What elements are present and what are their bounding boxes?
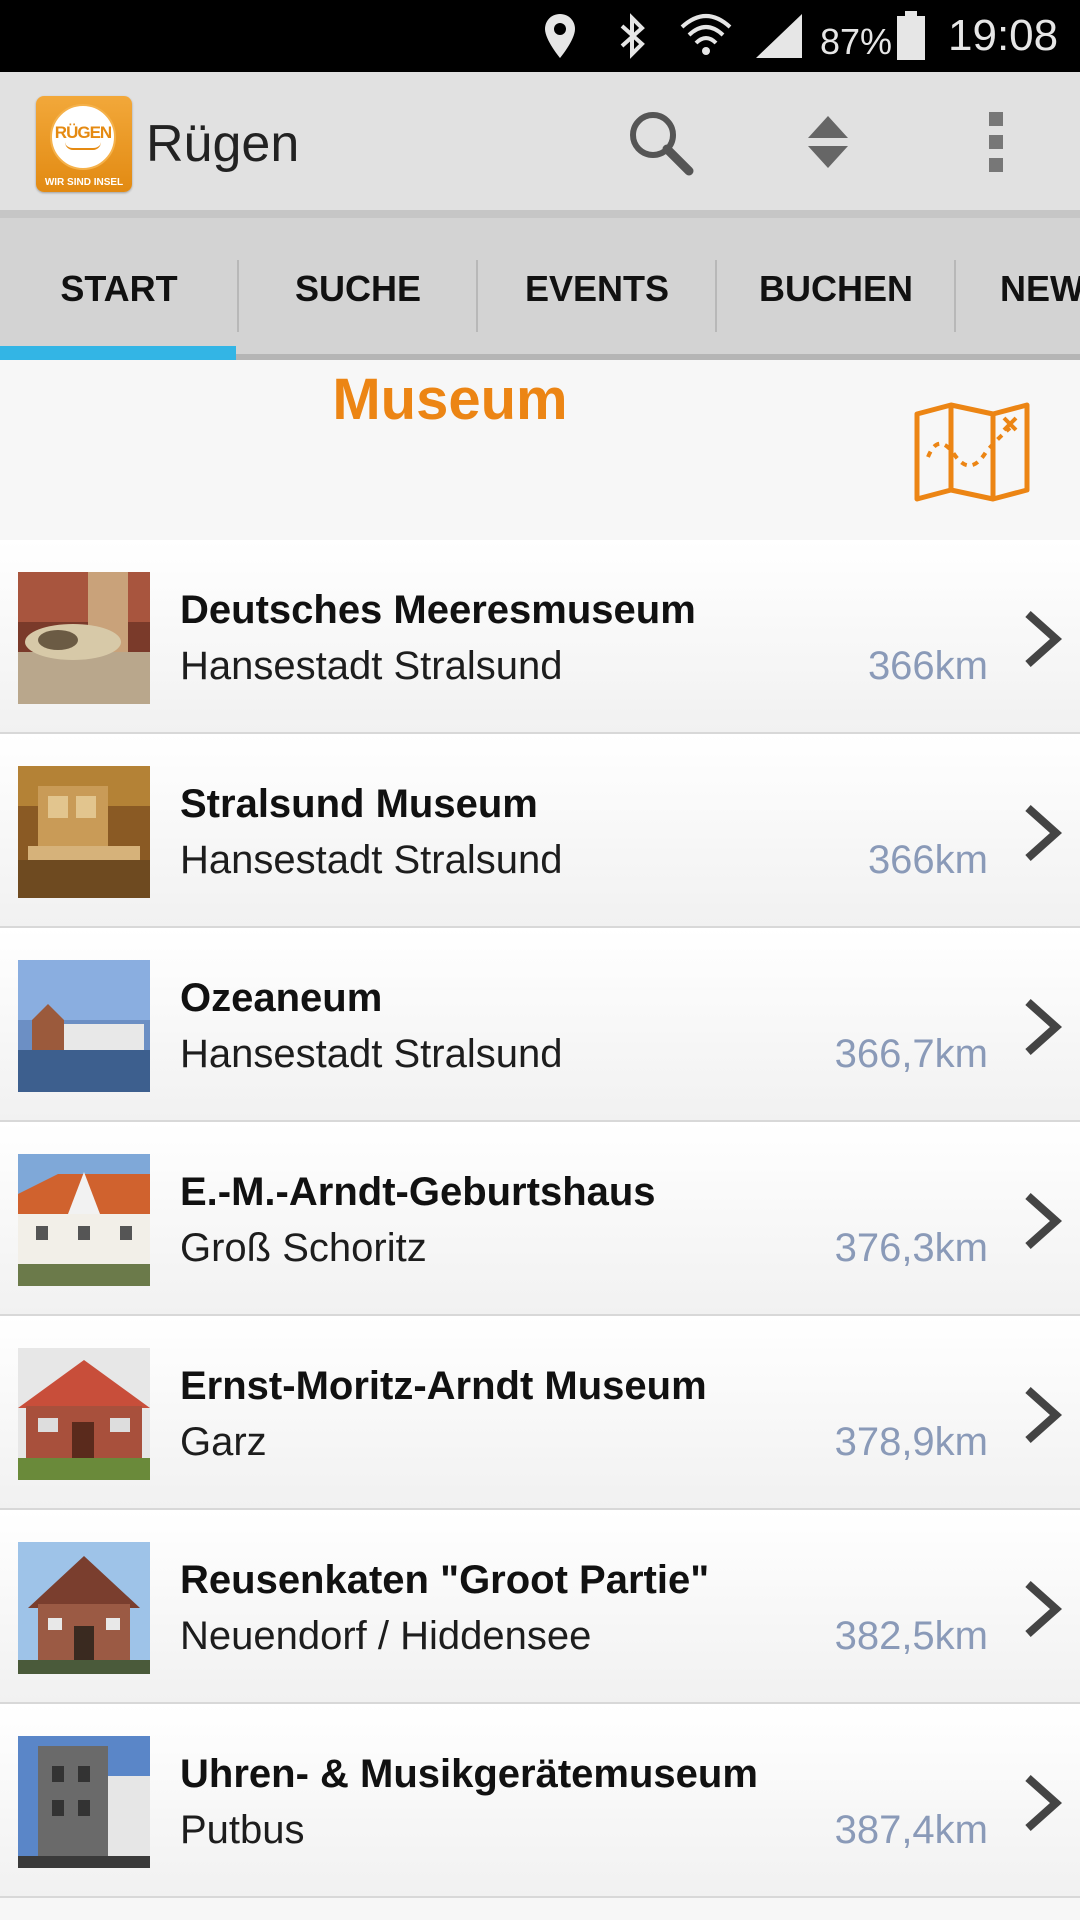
bluetooth-icon xyxy=(610,12,654,60)
item-location: Garz xyxy=(180,1420,267,1464)
item-thumbnail xyxy=(18,1542,150,1674)
search-icon xyxy=(630,112,694,176)
logo-subtitle: WIR SIND INSEL xyxy=(44,177,124,188)
tab-bar: START SUCHE EVENTS BUCHEN NEW xyxy=(0,210,1080,360)
item-title: Ozeaneum xyxy=(180,976,383,1020)
chevron-right-icon xyxy=(1025,1581,1063,1637)
chevron-right-icon xyxy=(1025,999,1063,1055)
item-title: Reusenkaten "Groot Partie" xyxy=(180,1558,710,1602)
overflow-menu-icon xyxy=(989,112,1003,172)
item-distance: 378,9km xyxy=(834,1420,988,1464)
clock: 19:08 xyxy=(948,11,1059,60)
item-title: Deutsches Meeresmuseum xyxy=(180,588,696,632)
status-bar: 87% 19:08 xyxy=(0,0,1080,72)
overflow-menu-button[interactable] xyxy=(956,102,1036,182)
item-distance: 376,3km xyxy=(834,1226,988,1270)
item-location: Hansestadt Stralsund xyxy=(180,1032,563,1076)
museum-list: Deutsches Meeresmuseum Hansestadt Strals… xyxy=(0,540,1080,1898)
item-title: Uhren- & Musikgerätemuseum xyxy=(180,1752,758,1796)
sort-icon xyxy=(808,116,848,168)
battery-percent: 87% xyxy=(820,21,893,62)
item-thumbnail xyxy=(18,1348,150,1480)
tab-divider xyxy=(954,260,956,332)
list-item[interactable]: Uhren- & Musikgerätemuseum Putbus 387,4k… xyxy=(0,1704,1080,1898)
item-distance: 387,4km xyxy=(834,1808,988,1852)
chevron-right-icon xyxy=(1025,1387,1063,1443)
chevron-right-icon xyxy=(1025,1193,1063,1249)
item-location: Putbus xyxy=(180,1808,305,1852)
list-item[interactable]: Ozeaneum Hansestadt Stralsund 366,7km xyxy=(0,928,1080,1122)
item-title: E.-M.-Arndt-Geburtshaus xyxy=(180,1170,656,1214)
item-location: Hansestadt Stralsund xyxy=(180,644,563,688)
chevron-right-icon xyxy=(1025,1775,1063,1831)
item-thumbnail xyxy=(18,766,150,898)
logo-title: RÜGEN xyxy=(54,123,112,142)
item-location: Groß Schoritz xyxy=(180,1226,427,1270)
item-thumbnail xyxy=(18,1736,150,1868)
list-item[interactable]: E.-M.-Arndt-Geburtshaus Groß Schoritz 37… xyxy=(0,1122,1080,1316)
map-icon xyxy=(914,402,1030,502)
tab-buchen[interactable]: BUCHEN xyxy=(717,218,955,360)
item-title: Stralsund Museum xyxy=(180,782,538,826)
logo-wave xyxy=(65,142,101,150)
item-thumbnail xyxy=(18,960,150,1092)
list-item[interactable]: Stralsund Museum Hansestadt Stralsund 36… xyxy=(0,734,1080,928)
list-item[interactable]: Ernst-Moritz-Arndt Museum Garz 378,9km xyxy=(0,1316,1080,1510)
item-distance: 366km xyxy=(867,838,988,882)
action-bar: RÜGEN WIR SIND INSEL Rügen xyxy=(0,72,1080,210)
sort-button[interactable] xyxy=(788,102,868,182)
logo-badge: RÜGEN xyxy=(50,104,116,170)
tab-events[interactable]: EVENTS xyxy=(478,218,716,360)
tab-start[interactable]: START xyxy=(0,218,238,360)
section-title: Museum xyxy=(332,367,568,432)
search-button[interactable] xyxy=(620,102,700,182)
signal-icon xyxy=(754,12,804,60)
chevron-right-icon xyxy=(1025,805,1063,861)
location-icon xyxy=(536,12,584,60)
battery-icon xyxy=(894,11,928,60)
item-distance: 366km xyxy=(867,644,988,688)
tab-selected-indicator xyxy=(0,346,236,360)
list-item[interactable]: Reusenkaten "Groot Partie" Neuendorf / H… xyxy=(0,1510,1080,1704)
item-location: Neuendorf / Hiddensee xyxy=(180,1614,592,1658)
item-thumbnail xyxy=(18,572,150,704)
item-distance: 366,7km xyxy=(834,1032,988,1076)
tab-suche[interactable]: SUCHE xyxy=(239,218,477,360)
item-distance: 382,5km xyxy=(834,1614,988,1658)
app-logo[interactable]: RÜGEN WIR SIND INSEL xyxy=(36,96,132,192)
chevron-right-icon xyxy=(1025,611,1063,667)
item-thumbnail xyxy=(18,1154,150,1286)
app-title: Rügen xyxy=(146,115,300,173)
wifi-icon xyxy=(678,12,734,60)
map-button[interactable] xyxy=(914,402,1030,502)
item-location: Hansestadt Stralsund xyxy=(180,838,563,882)
tab-new[interactable]: NEW xyxy=(1000,218,1080,360)
item-title: Ernst-Moritz-Arndt Museum xyxy=(180,1364,707,1408)
list-item[interactable]: Deutsches Meeresmuseum Hansestadt Strals… xyxy=(0,540,1080,734)
